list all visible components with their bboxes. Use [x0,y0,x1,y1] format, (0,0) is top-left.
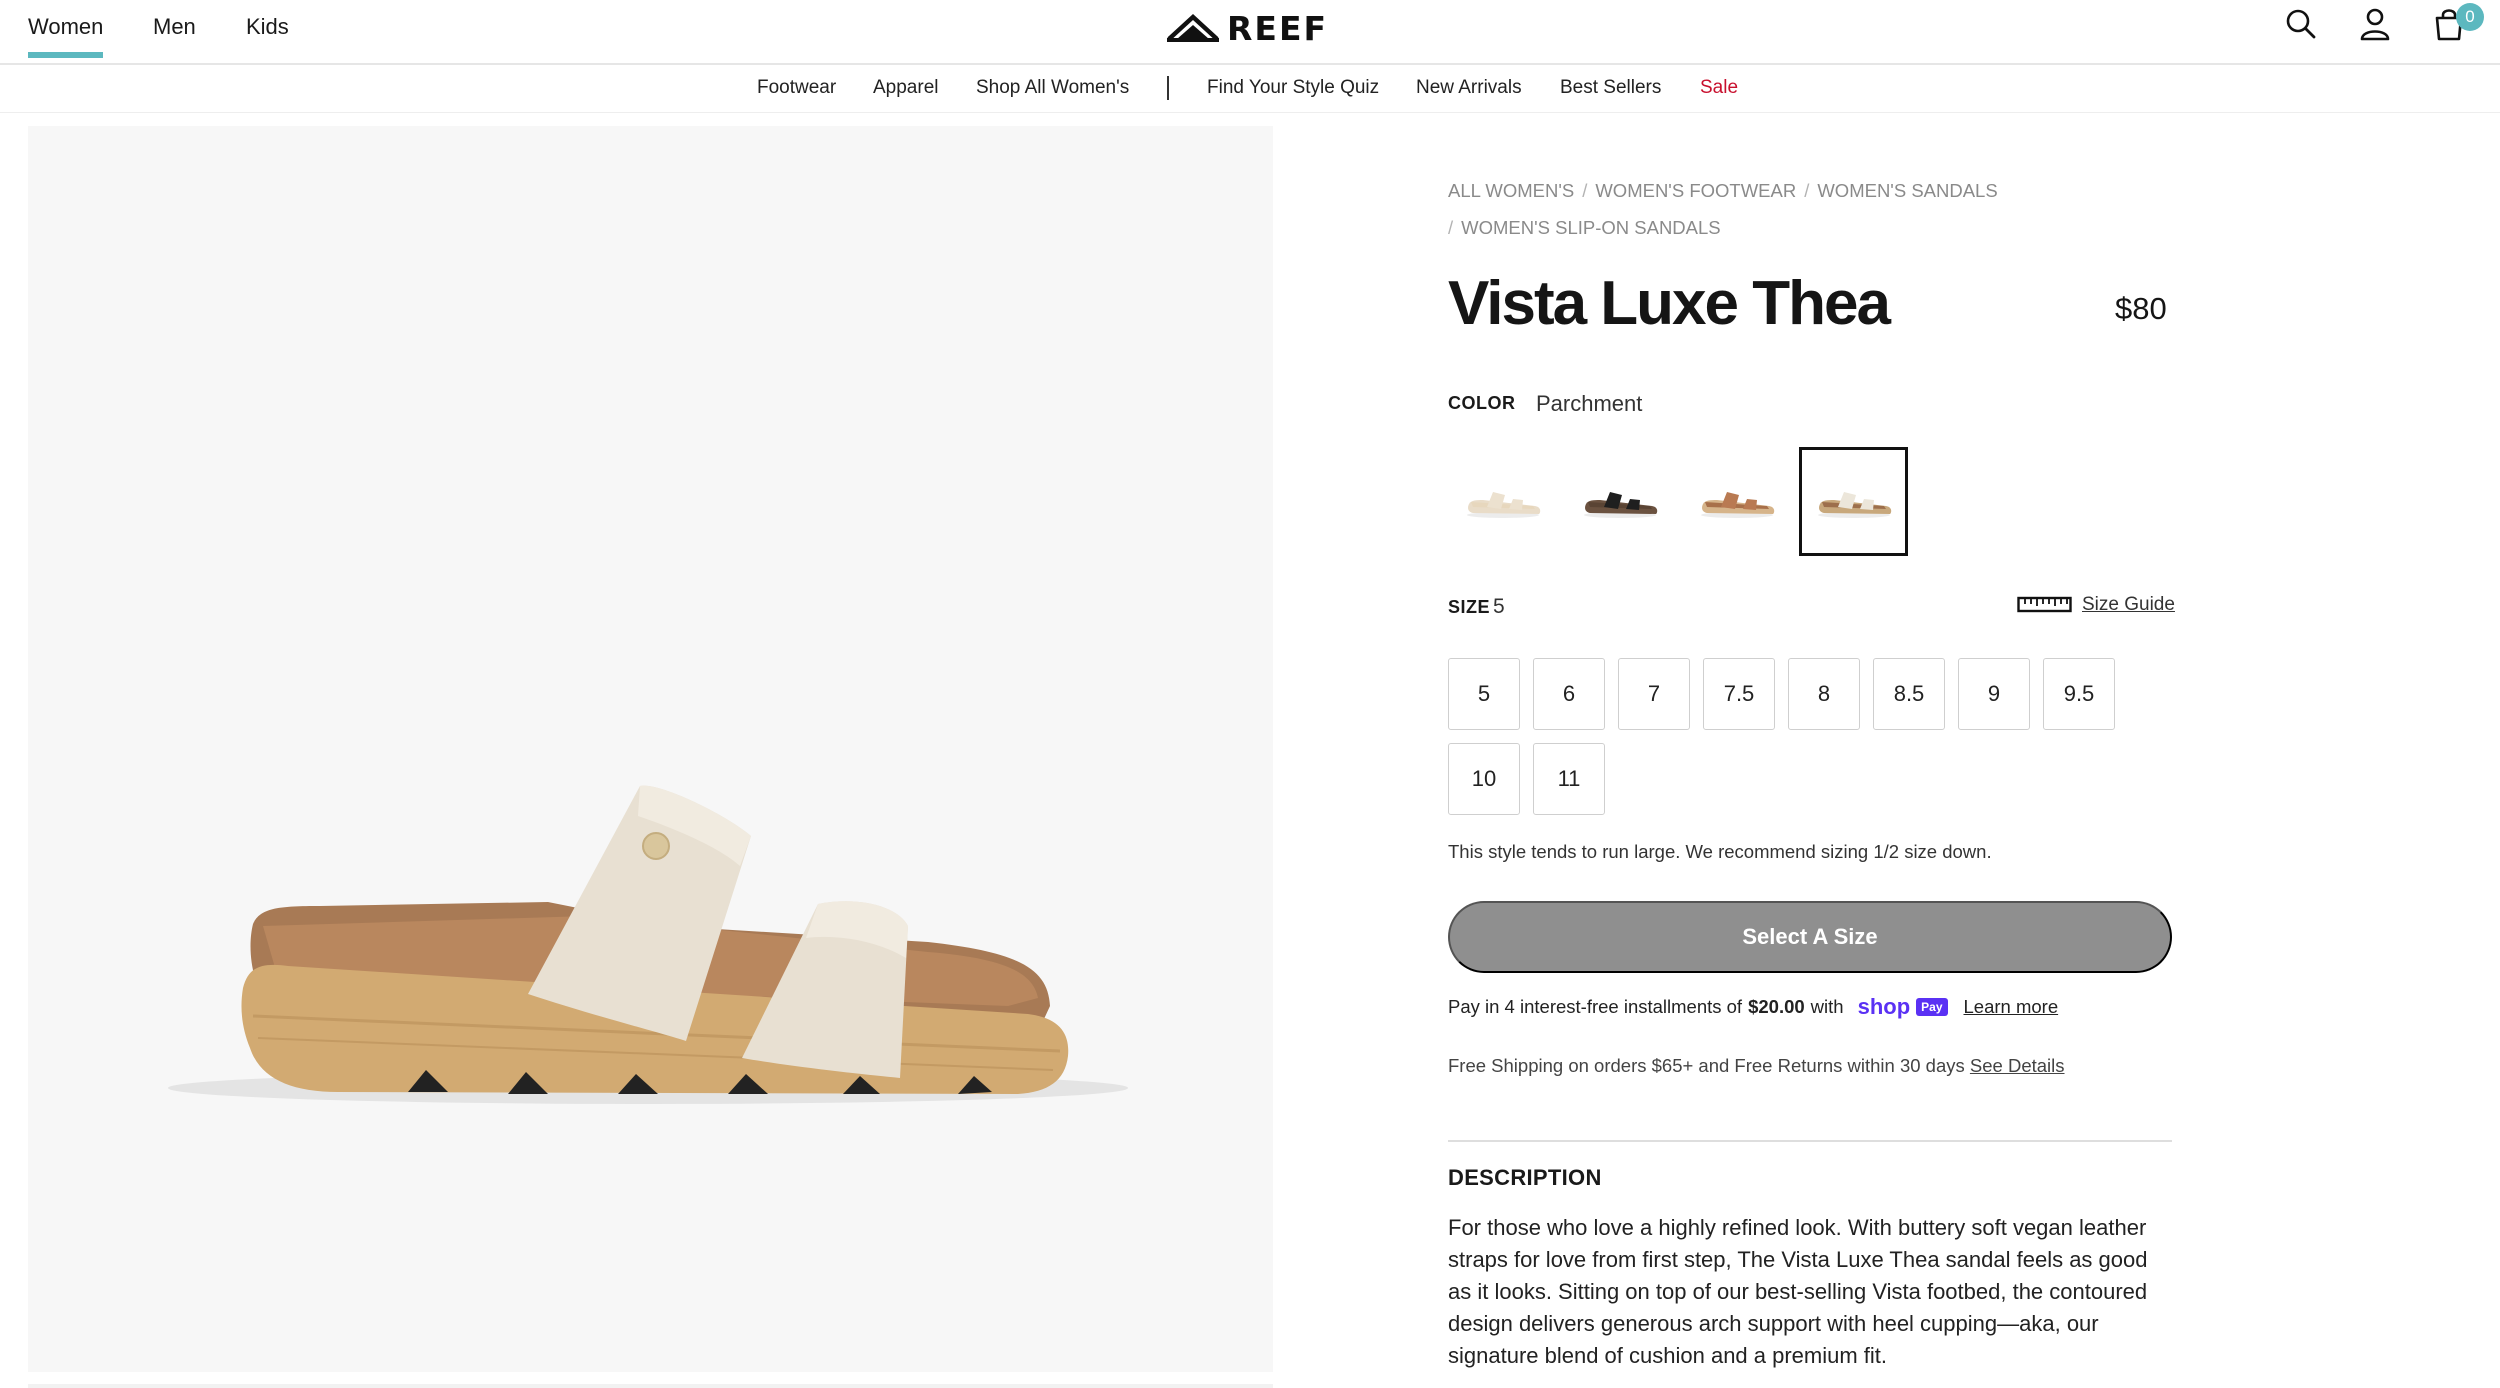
color-value: Parchment [1536,391,1643,416]
description-divider [1448,1140,2172,1142]
nav-new-arrivals[interactable]: New Arrivals [1416,77,1522,99]
breadcrumb-womens-slip-on-sandals[interactable]: WOMEN'S SLIP-ON SANDALS [1461,217,1721,238]
color-swatch-3[interactable] [1682,447,1791,556]
brand-logo[interactable]: REEF [1167,8,1328,48]
swatch-sandal-image [1700,491,1774,518]
product-title: Vista Luxe Thea [1448,269,1891,338]
breadcrumb-separator: / [1582,180,1588,201]
swatch-sandal-image [1583,491,1657,518]
nav-shop-all-womens[interactable]: Shop All Women's [976,77,1129,99]
shipping-info: Free Shipping on orders $65+ and Free Re… [1448,1055,2065,1077]
description-heading[interactable]: DESCRIPTION [1448,1165,1602,1191]
logo-text: REEF [1227,8,1329,48]
cart-count-badge: 0 [2456,3,2484,31]
size-options: 5 6 7 7.5 8 8.5 9 9.5 10 11 [1448,658,2168,815]
color-swatch-2[interactable] [1565,447,1674,556]
nav-apparel[interactable]: Apparel [873,77,939,99]
description-text: For those who love a highly refined look… [1448,1215,2148,1368]
product-price: $80 [2115,291,2167,326]
installments-suffix: with [1810,996,1844,1017]
shop-pay-pill: Pay [1916,998,1948,1016]
size-guide-label: Size Guide [2082,594,2175,615]
breadcrumb-separator: / [1804,180,1810,201]
installments-amount: $20.00 [1748,996,1805,1017]
color-swatch-1[interactable] [1448,447,1557,556]
tab-kids[interactable]: Kids [246,14,289,52]
nav-divider [1167,76,1169,100]
select-size-button[interactable]: Select A Size [1448,901,2172,973]
category-nav: Footwear Apparel Shop All Women's Find Y… [0,67,2500,113]
swatch-sandal-image [1817,491,1891,518]
size-option[interactable]: 8 [1788,658,1860,730]
account-icon[interactable] [2357,6,2393,42]
reef-mark-icon [1167,13,1219,42]
size-option[interactable]: 9 [1958,658,2030,730]
shop-pay-installments: Pay in 4 interest-free installments of $… [1448,994,2058,1020]
shop-pay-logo: shop [1857,994,1911,1019]
size-option[interactable]: 7.5 [1703,658,1775,730]
swatch-sandal-image [1466,491,1540,518]
installments-prefix: Pay in 4 interest-free installments of [1448,996,1743,1017]
size-label: SIZE [1448,597,1491,617]
size-option[interactable]: 5 [1448,658,1520,730]
breadcrumb: ALL WOMEN'S / WOMEN'S FOOTWEAR / WOMEN'S SAN… [1448,172,2148,246]
color-swatch-4[interactable] [1799,447,1908,556]
search-icon[interactable] [2283,6,2319,42]
size-option[interactable]: 11 [1533,743,1605,815]
image-divider [28,1384,1273,1388]
size-option[interactable]: 10 [1448,743,1520,815]
breadcrumb-womens-footwear[interactable]: WOMEN'S FOOTWEAR [1595,180,1796,201]
color-swatches [1448,447,1908,556]
nav-style-quiz[interactable]: Find Your Style Quiz [1207,77,1379,99]
size-option[interactable]: 6 [1533,658,1605,730]
top-header: Women Men Kids REEF 0 [0,0,2500,65]
product-image[interactable] [28,126,1273,1372]
tab-women[interactable]: Women [28,14,104,58]
nav-footwear[interactable]: Footwear [757,77,836,99]
size-value: 5 [1493,595,1505,618]
ruler-icon [2017,596,2072,613]
size-option[interactable]: 9.5 [2043,658,2115,730]
learn-more-link[interactable]: Learn more [1964,996,2059,1018]
fit-note: This style tends to run large. We recomm… [1448,841,1992,862]
tab-men[interactable]: Men [153,14,196,52]
size-option[interactable]: 8.5 [1873,658,1945,730]
sandal-image [168,785,1128,1104]
size-option[interactable]: 7 [1618,658,1690,730]
nav-sale[interactable]: Sale [1700,77,1738,99]
shipping-text: Free Shipping on orders $65+ and Free Re… [1448,1055,1965,1076]
color-label: COLOR [1448,393,1516,413]
nav-best-sellers[interactable]: Best Sellers [1560,77,1661,99]
breadcrumb-separator: / [1448,217,1454,238]
size-guide-link[interactable]: Size Guide [2017,594,2175,616]
breadcrumb-all-womens[interactable]: ALL WOMEN'S [1448,180,1574,201]
see-details-link[interactable]: See Details [1970,1055,2065,1076]
breadcrumb-womens-sandals[interactable]: WOMEN'S SANDALS [1817,180,1997,201]
